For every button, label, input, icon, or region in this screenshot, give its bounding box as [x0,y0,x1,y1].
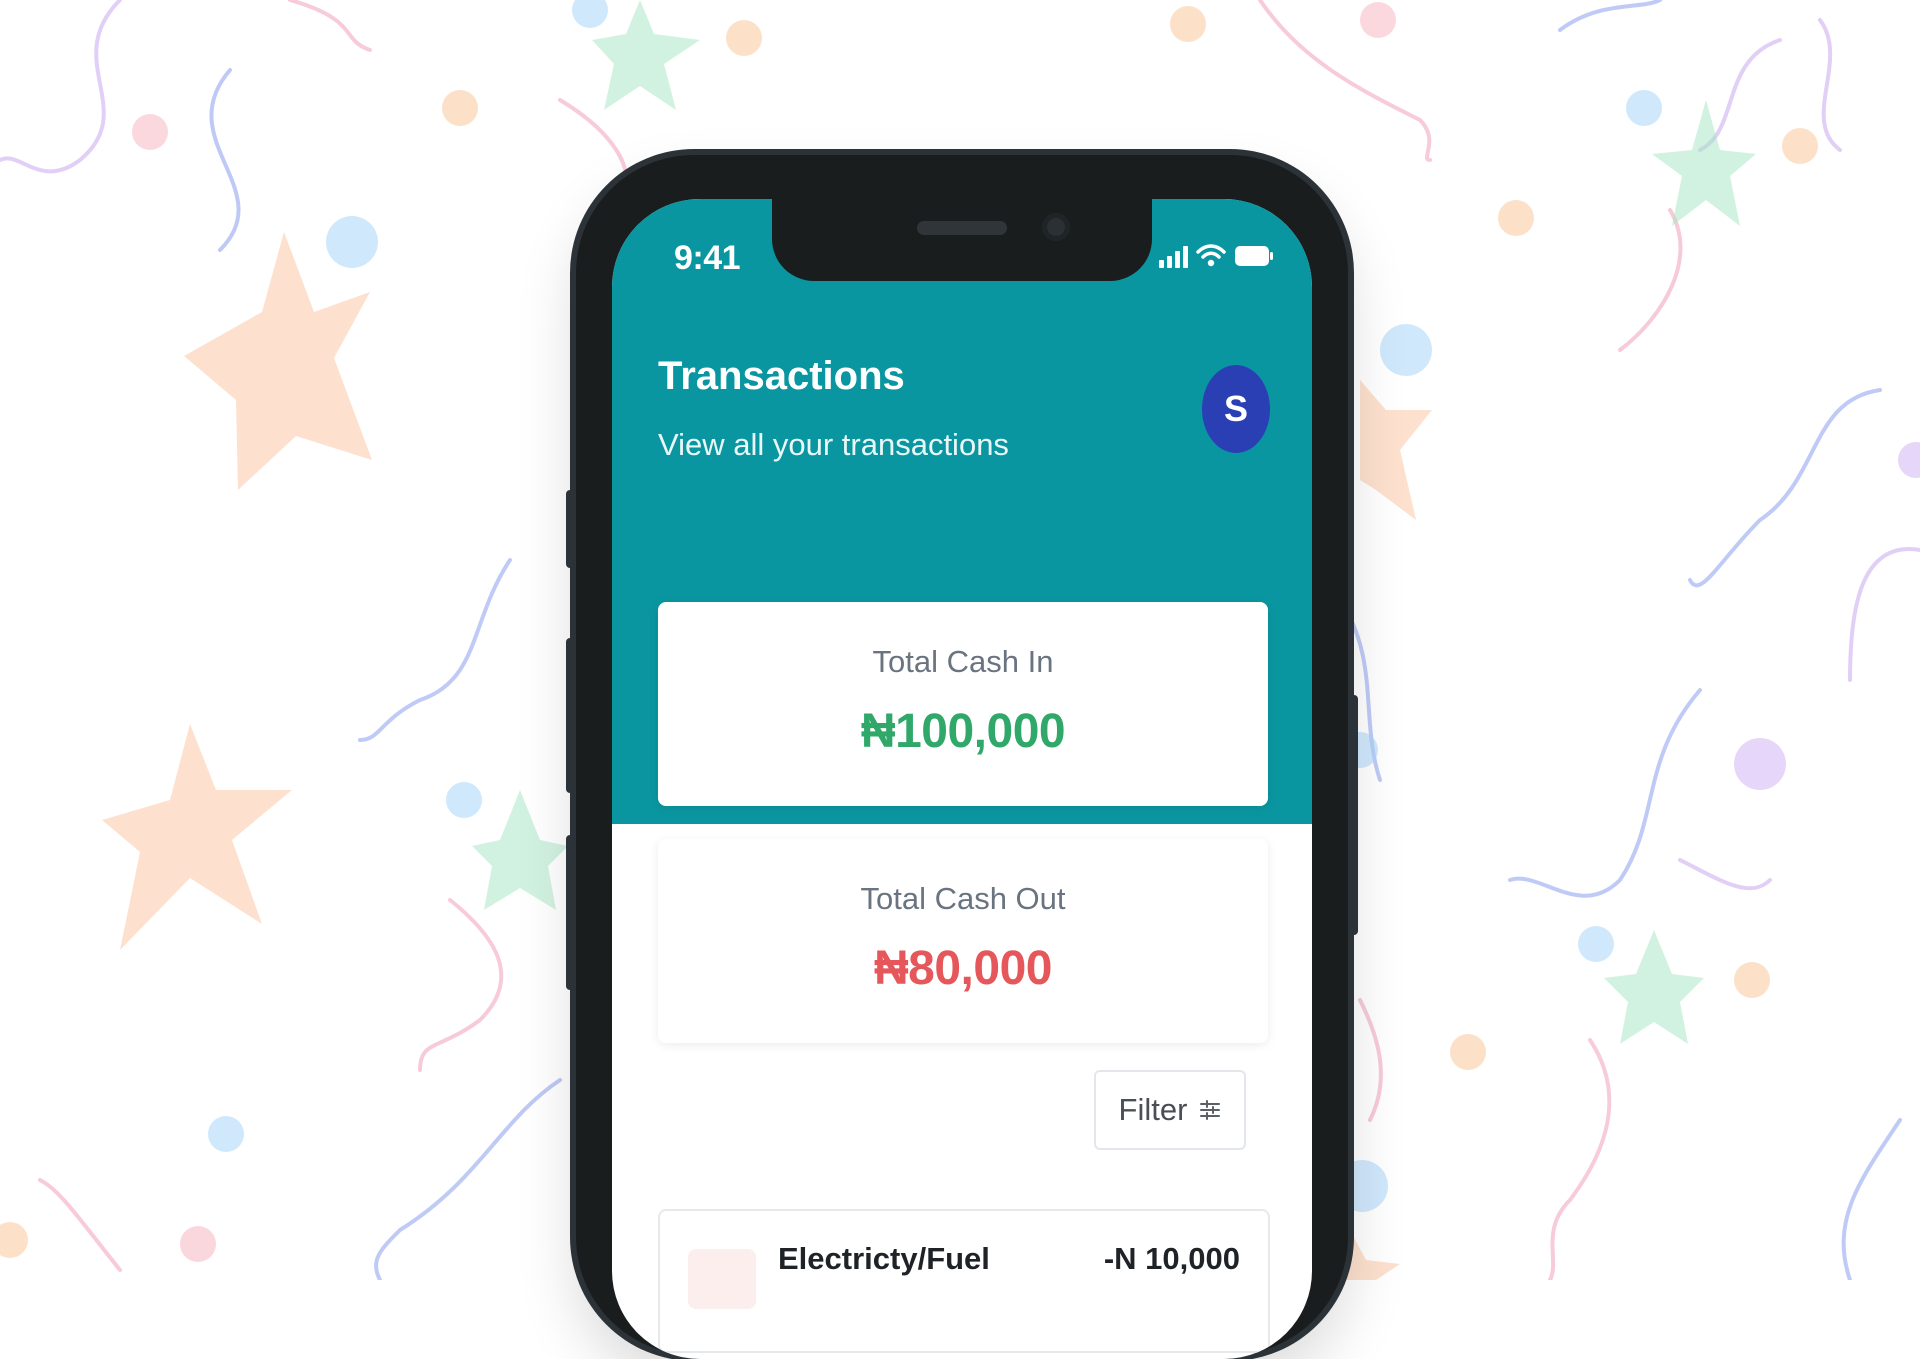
total-cash-out-card: Total Cash Out ₦80,000 [658,839,1268,1043]
cellular-signal-icon [1159,244,1188,268]
total-cash-in-card: Total Cash In ₦100,000 [658,602,1268,806]
phone-frame: 9:41 Transactions View all your transact… [566,155,1358,1359]
cash-out-label: Total Cash Out [860,881,1066,916]
transaction-label: Electricty/Fuel [778,1241,990,1276]
sliders-icon [1200,1100,1221,1120]
cash-in-amount: ₦100,000 [860,705,1066,758]
cash-in-label: Total Cash In [872,644,1054,679]
avatar-initial: S [1202,365,1270,453]
power-button [1350,695,1358,935]
mute-switch [566,490,574,568]
status-time: 9:41 [674,239,741,277]
page-subtitle: View all your transactions [658,427,1009,462]
transaction-category-icon [688,1249,756,1309]
avatar[interactable]: S [1202,365,1270,453]
volume-up-button [566,638,574,793]
transaction-amount: -N 10,000 [1103,1241,1240,1276]
volume-down-button [566,835,574,990]
transaction-item[interactable]: Electricty/Fuel -N 10,000 [658,1209,1270,1353]
notch [772,199,1152,281]
battery-icon [1235,246,1273,266]
status-icons [1159,241,1274,271]
filter-label: Filter [1118,1092,1188,1127]
cash-out-amount: ₦80,000 [874,942,1052,995]
page-title: Transactions [658,354,905,398]
front-camera [1042,213,1070,241]
filter-button[interactable]: Filter [1094,1070,1246,1150]
speaker-grille [917,221,1007,235]
wifi-icon [1196,244,1226,267]
phone-screen: 9:41 Transactions View all your transact… [612,199,1312,1359]
